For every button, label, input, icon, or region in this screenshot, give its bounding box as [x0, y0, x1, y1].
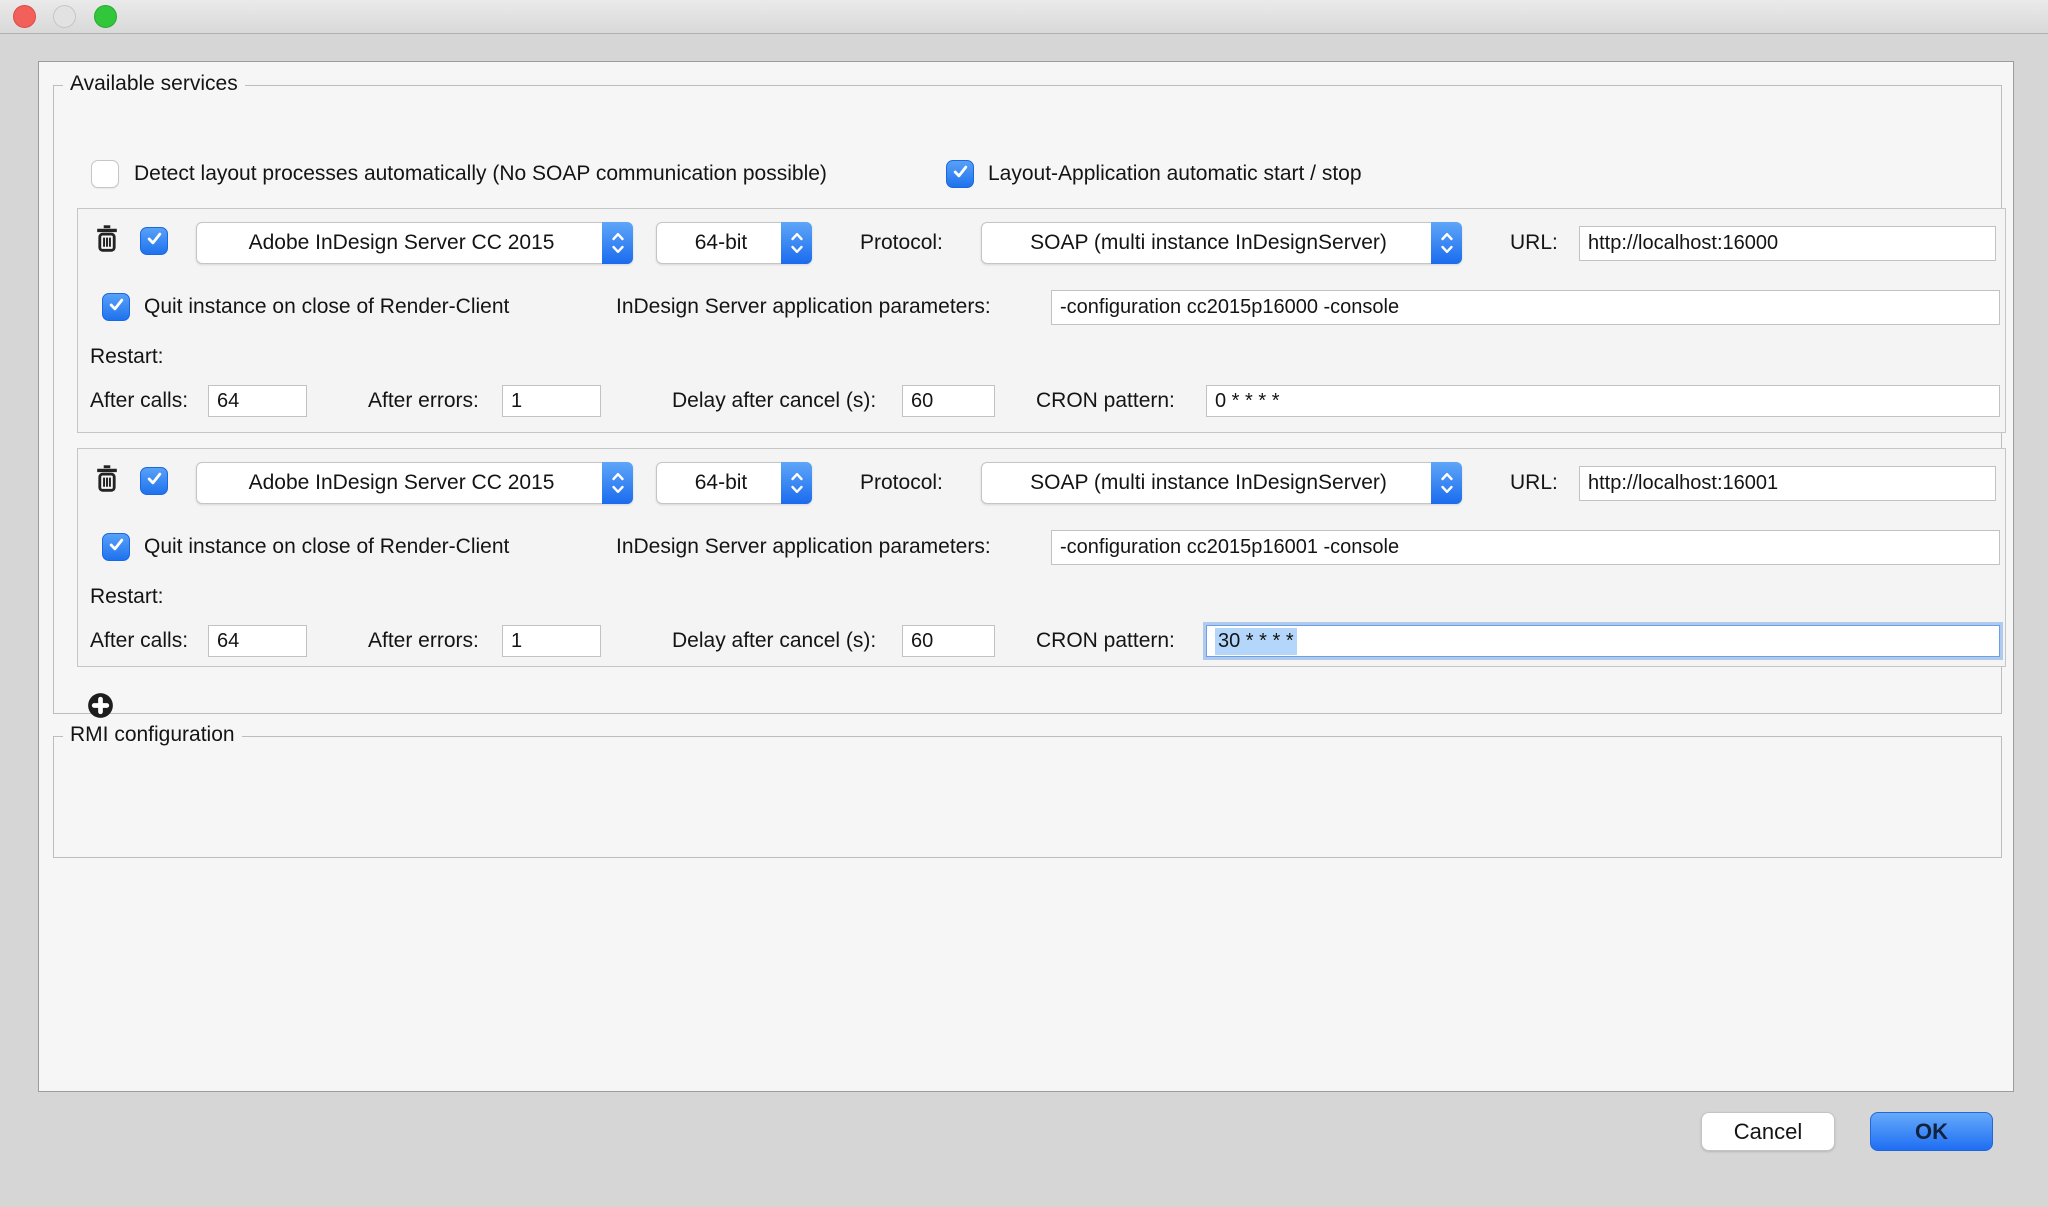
- application-parameters-label: InDesign Server application parameters:: [616, 293, 991, 321]
- delay-after-cancel-input[interactable]: [902, 385, 995, 417]
- delete-service-button[interactable]: [93, 225, 121, 257]
- quit-on-close-checkbox[interactable]: [102, 293, 130, 321]
- application-parameters-input[interactable]: [1051, 290, 2000, 325]
- delay-after-cancel-label: Delay after cancel (s):: [672, 625, 876, 657]
- after-errors-label: After errors:: [368, 385, 479, 417]
- trash-icon: [95, 224, 119, 258]
- application-parameters-label: InDesign Server application parameters:: [616, 533, 991, 561]
- layout-application-autostart-checkbox[interactable]: [946, 160, 974, 188]
- check-icon: [952, 163, 969, 185]
- up-down-chevrons-icon: [781, 222, 812, 264]
- after-errors-input[interactable]: [502, 625, 601, 657]
- up-down-chevrons-icon: [1431, 462, 1462, 504]
- quit-on-close-label: Quit instance on close of Render-Client: [144, 533, 509, 561]
- check-icon: [146, 230, 163, 252]
- up-down-chevrons-icon: [602, 222, 633, 264]
- delete-service-button[interactable]: [93, 465, 121, 497]
- check-icon: [108, 296, 125, 318]
- cron-pattern-label: CRON pattern:: [1036, 385, 1175, 417]
- close-window-button[interactable]: [13, 5, 36, 28]
- add-service-button[interactable]: [86, 693, 114, 721]
- selected-text: 30 * * * *: [1215, 628, 1297, 655]
- up-down-chevrons-icon: [602, 462, 633, 504]
- service-enabled-checkbox[interactable]: [140, 467, 168, 495]
- architecture-dropdown[interactable]: 64-bit: [656, 222, 812, 264]
- available-services-group: Available services Detect layout process…: [53, 85, 2002, 714]
- quit-on-close-label: Quit instance on close of Render-Client: [144, 293, 509, 321]
- cancel-button[interactable]: Cancel: [1701, 1112, 1835, 1151]
- restart-label: Restart:: [90, 343, 164, 371]
- detect-layout-processes-label: Detect layout processes automatically (N…: [134, 160, 827, 188]
- check-icon: [108, 536, 125, 558]
- minimize-window-button[interactable]: [53, 5, 76, 28]
- url-input[interactable]: [1579, 226, 1996, 261]
- up-down-chevrons-icon: [1431, 222, 1462, 264]
- layout-application-autostart-label: Layout-Application automatic start / sto…: [988, 160, 1362, 188]
- protocol-label: Protocol:: [860, 462, 943, 504]
- plus-circle-icon: [87, 692, 114, 722]
- title-bar: [0, 0, 2048, 34]
- application-dropdown[interactable]: Adobe InDesign Server CC 2015: [196, 462, 633, 504]
- cron-pattern-label: CRON pattern:: [1036, 625, 1175, 657]
- url-label: URL:: [1510, 222, 1558, 264]
- protocol-dropdown[interactable]: SOAP (multi instance InDesignServer): [981, 222, 1462, 264]
- after-calls-input[interactable]: [208, 625, 307, 657]
- restart-label: Restart:: [90, 583, 164, 611]
- group-legend: Available services: [63, 72, 245, 96]
- after-calls-label: After calls:: [90, 625, 188, 657]
- cron-pattern-input[interactable]: 30 * * * *: [1206, 625, 2000, 657]
- up-down-chevrons-icon: [781, 462, 812, 504]
- after-calls-input[interactable]: [208, 385, 307, 417]
- url-input[interactable]: [1579, 466, 1996, 501]
- application-parameters-input[interactable]: [1051, 530, 2000, 565]
- zoom-window-button[interactable]: [94, 5, 117, 28]
- group-legend: RMI configuration: [63, 723, 242, 747]
- application-dropdown[interactable]: Adobe InDesign Server CC 2015: [196, 222, 633, 264]
- url-label: URL:: [1510, 462, 1558, 504]
- trash-icon: [95, 464, 119, 498]
- detect-layout-processes-checkbox[interactable]: [91, 160, 119, 188]
- protocol-label: Protocol:: [860, 222, 943, 264]
- delay-after-cancel-input[interactable]: [902, 625, 995, 657]
- service-enabled-checkbox[interactable]: [140, 227, 168, 255]
- after-calls-label: After calls:: [90, 385, 188, 417]
- rmi-configuration-group: RMI configuration Type Standard: [53, 736, 2002, 858]
- protocol-dropdown[interactable]: SOAP (multi instance InDesignServer): [981, 462, 1462, 504]
- delay-after-cancel-label: Delay after cancel (s):: [672, 385, 876, 417]
- service-row: Adobe InDesign Server CC 2015 64-bit Pro…: [77, 208, 2006, 433]
- cron-pattern-input[interactable]: [1206, 385, 2000, 417]
- ok-button[interactable]: OK: [1870, 1112, 1993, 1151]
- after-errors-input[interactable]: [502, 385, 601, 417]
- after-errors-label: After errors:: [368, 625, 479, 657]
- check-icon: [146, 470, 163, 492]
- architecture-dropdown[interactable]: 64-bit: [656, 462, 812, 504]
- quit-on-close-checkbox[interactable]: [102, 533, 130, 561]
- settings-window: Available services Detect layout process…: [0, 0, 2048, 1207]
- content-panel: Available services Detect layout process…: [38, 61, 2014, 1092]
- service-row: Adobe InDesign Server CC 2015 64-bit Pro…: [77, 448, 2006, 667]
